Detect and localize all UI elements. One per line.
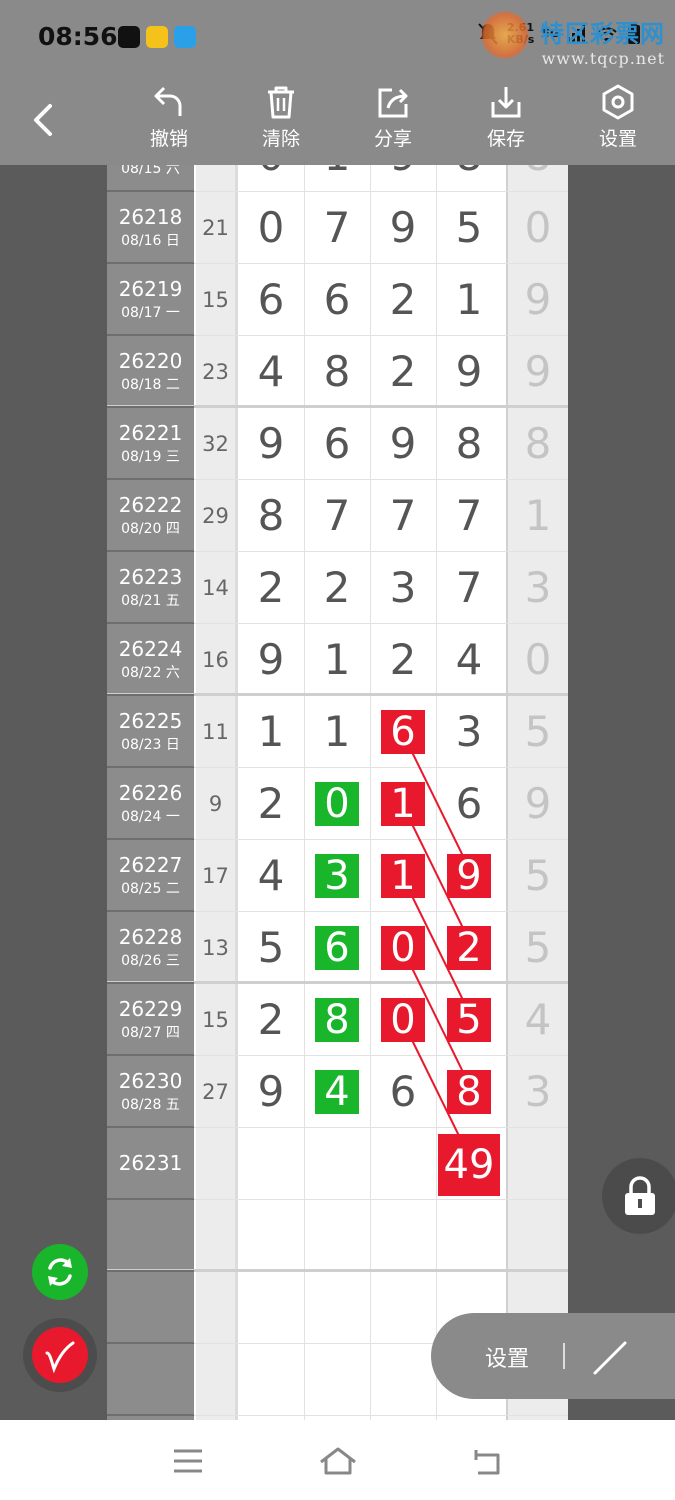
home-icon[interactable] xyxy=(318,1446,358,1476)
trash-icon xyxy=(268,86,294,119)
undo-icon xyxy=(154,86,182,116)
pill-settings-button[interactable]: 设置 xyxy=(485,1341,529,1373)
watermark: 特区彩票网 www.tqcp.net xyxy=(480,10,665,68)
watermark-logo xyxy=(480,10,530,60)
system-nav-bar xyxy=(0,1420,675,1500)
menu-icon[interactable] xyxy=(172,1448,204,1474)
save-label: 保存 xyxy=(486,128,525,150)
back-arrow-icon xyxy=(34,104,52,136)
lock-icon xyxy=(625,1176,655,1215)
share-icon xyxy=(378,88,408,118)
refresh-icon xyxy=(48,1258,72,1286)
tiktok-icon xyxy=(118,26,140,48)
save-button[interactable]: 保存 xyxy=(466,84,546,151)
lock-button[interactable] xyxy=(602,1158,675,1234)
download-icon xyxy=(491,87,521,118)
notification-app-icon xyxy=(146,26,168,48)
settings-label: 设置 xyxy=(598,128,637,150)
undo-label: 撤销 xyxy=(149,128,188,150)
share-button[interactable]: 分享 xyxy=(353,84,433,151)
watermark-brand: 特区彩票网 xyxy=(540,20,665,48)
return-icon[interactable] xyxy=(470,1446,504,1476)
pen-tool-button[interactable] xyxy=(23,1318,97,1392)
status-time: 08:56 xyxy=(38,22,118,51)
clear-button[interactable]: 清除 xyxy=(241,84,321,151)
watermark-url: www.tqcp.net xyxy=(541,49,665,68)
status-bar: 08:56 2.61KB/s 5G 特区彩票网 www.tqcp.net xyxy=(0,0,675,76)
status-app-icons xyxy=(118,26,196,48)
pill-divider xyxy=(563,1343,565,1369)
draw-settings-pill: 设置 xyxy=(431,1313,675,1399)
lottery-trend-board[interactable]: 08/15 六019882621808/16 日21079502621908/1… xyxy=(107,165,568,1420)
back-button[interactable] xyxy=(28,98,62,142)
top-toolbar: 撤销 清除 分享 保存 设置 xyxy=(0,76,675,165)
trend-lines xyxy=(410,749,464,1145)
pen-icon xyxy=(45,1341,75,1374)
notification-app-icon-2 xyxy=(174,26,196,48)
slash-pen-icon[interactable] xyxy=(591,1337,631,1377)
refresh-button[interactable] xyxy=(32,1244,88,1300)
pen-tool-inner xyxy=(32,1327,88,1383)
undo-button[interactable]: 撤销 xyxy=(129,84,209,151)
clear-label: 清除 xyxy=(261,128,300,150)
settings-button[interactable]: 设置 xyxy=(578,84,658,151)
share-label: 分享 xyxy=(373,128,412,150)
hexagon-settings-icon xyxy=(602,84,634,120)
